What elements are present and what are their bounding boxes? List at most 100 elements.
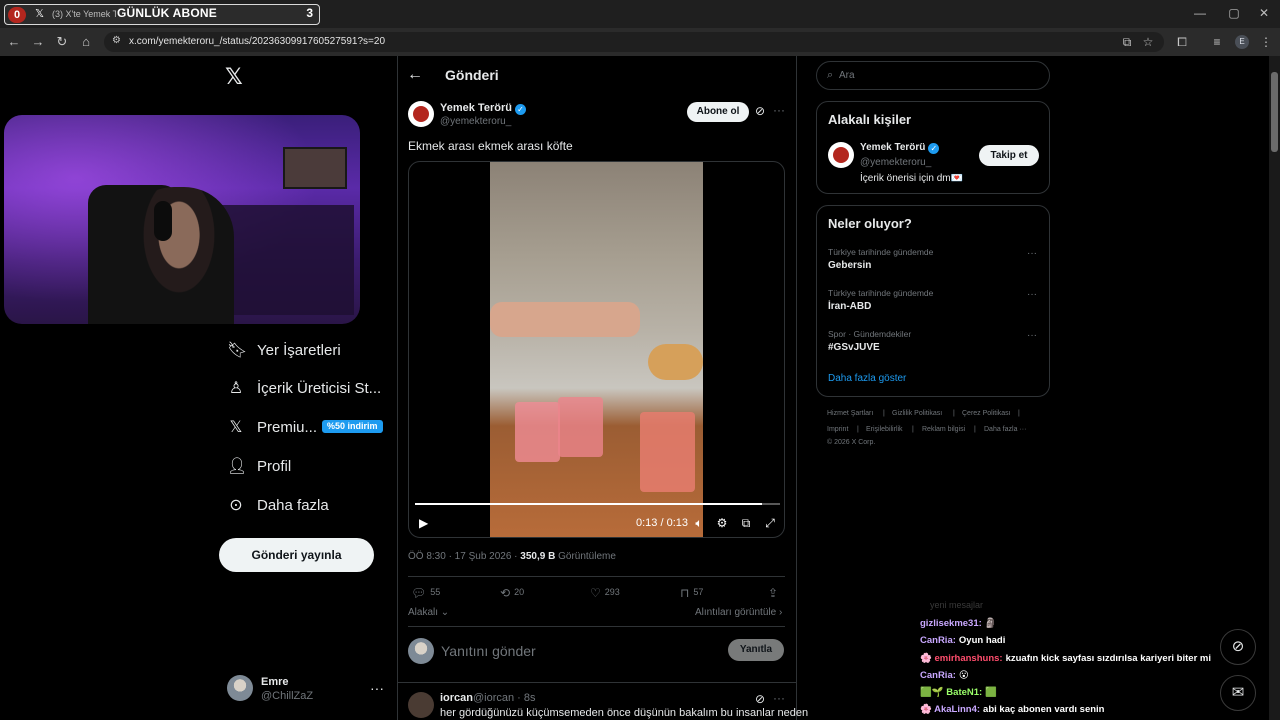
trend-category[interactable]: Türkiye tarihinde gündemde bbox=[828, 247, 933, 257]
close-window-icon[interactable]: ✕ bbox=[1256, 6, 1272, 20]
address-bar[interactable]: ⚙ x.com/yemekteroru_/status/202363099176… bbox=[104, 32, 1164, 52]
site-info-icon[interactable]: ⚙ bbox=[112, 35, 121, 46]
browser-tab-bar: 0 𝕏 (3) X'te Yemek Terör GÜNLÜK ABONE 3 … bbox=[0, 0, 1280, 28]
view-quotes-link[interactable]: Alıntıları görüntüle › bbox=[695, 607, 782, 618]
minimize-icon[interactable]: — bbox=[1192, 6, 1208, 20]
reply-input[interactable]: Yanıtını gönder bbox=[441, 643, 536, 659]
related-person-name[interactable]: Yemek Terörü ✓ bbox=[860, 142, 940, 154]
grok-icon[interactable]: ⊘ bbox=[755, 104, 765, 118]
user-handle[interactable]: @ChillZaZ bbox=[261, 690, 313, 702]
reply-stat[interactable]: 💬︎ 55 bbox=[411, 586, 440, 600]
author-name[interactable]: Yemek Terörü ✓ bbox=[440, 102, 526, 115]
bookmark-star-icon[interactable]: ☆ bbox=[1140, 35, 1156, 49]
back-arrow-icon[interactable]: ← bbox=[407, 66, 423, 84]
trend-more-icon[interactable]: ··· bbox=[1027, 330, 1037, 341]
premium-discount-badge[interactable]: %50 indirim bbox=[322, 420, 383, 433]
video-package bbox=[640, 412, 695, 492]
related-person-handle[interactable]: @yemekteroru_ bbox=[860, 157, 931, 168]
chat-message: CanRia: Oyun hadi bbox=[920, 635, 1005, 646]
video-time: 0:13 / 0:13 bbox=[636, 517, 688, 529]
reply-more-icon[interactable]: ··· bbox=[773, 691, 785, 705]
footer-link-privacy[interactable]: Gizlilik Politikası bbox=[892, 410, 942, 417]
related-person-avatar[interactable] bbox=[828, 142, 854, 168]
reply-author-avatar[interactable] bbox=[408, 692, 434, 718]
extensions-icon[interactable]: ⧠ bbox=[1174, 35, 1190, 50]
install-app-icon[interactable]: ⧉ bbox=[1119, 35, 1135, 50]
reply-author-meta[interactable]: @iorcan · 8s bbox=[473, 692, 536, 704]
headphones-icon bbox=[154, 201, 172, 241]
bookmark-stat[interactable]: ⊓ 57 bbox=[680, 586, 703, 600]
trends-title: Neler oluyor? bbox=[828, 216, 912, 231]
volume-icon[interactable]: 🔈︎ bbox=[692, 516, 706, 531]
back-icon[interactable]: ← bbox=[6, 34, 22, 49]
footer-separator: | bbox=[974, 426, 976, 433]
post-more-icon[interactable]: ··· bbox=[773, 103, 785, 117]
trend-more-icon[interactable]: ··· bbox=[1027, 248, 1037, 259]
grok-floating-icon[interactable]: ⊘ bbox=[1220, 629, 1256, 665]
author-name-text[interactable]: Yemek Terörü bbox=[440, 102, 512, 114]
footer-link-more[interactable]: Daha fazla ··· bbox=[984, 426, 1026, 433]
footer-link-accessibility[interactable]: Erişilebilirlik bbox=[866, 426, 903, 433]
trend-name[interactable]: İran-ABD bbox=[828, 301, 871, 312]
profile-avatar[interactable]: E bbox=[1235, 35, 1249, 49]
chat-username: gizlisekme31: bbox=[920, 618, 982, 629]
messages-icon[interactable]: ✉ bbox=[1220, 675, 1256, 711]
search-input[interactable]: ⌕ Ara bbox=[816, 61, 1050, 90]
reply-icon: 💬︎ bbox=[411, 586, 427, 600]
user-name[interactable]: Emre bbox=[261, 676, 289, 688]
subscribe-button[interactable]: Abone ol bbox=[687, 102, 749, 122]
author-logo-icon bbox=[413, 106, 429, 122]
x-favicon-icon: 𝕏 bbox=[35, 8, 44, 20]
footer-link-imprint[interactable]: Imprint bbox=[827, 426, 848, 433]
verified-badge-icon: ✓ bbox=[928, 143, 940, 154]
related-person-name-text[interactable]: Yemek Terörü bbox=[860, 142, 925, 153]
pip-icon[interactable]: ⧉ bbox=[739, 516, 753, 531]
url-text[interactable]: x.com/yemekteroru_/status/20236309917605… bbox=[129, 36, 385, 47]
fullscreen-icon[interactable]: ⤢ bbox=[763, 516, 777, 531]
user-more-icon[interactable]: ··· bbox=[370, 680, 384, 696]
post-timestamp[interactable]: ÖÖ 8:30 · 17 Şub 2026 · bbox=[408, 551, 520, 562]
like-stat[interactable]: ♡ 293 bbox=[590, 586, 620, 600]
media-icon[interactable]: ≡ bbox=[1209, 35, 1225, 49]
video-player[interactable]: ▶ 0:13 / 0:13 🔈︎ ⚙ ⧉ ⤢ bbox=[408, 161, 785, 538]
settings-gear-icon[interactable]: ⚙ bbox=[715, 516, 729, 530]
related-dropdown[interactable]: Alakalı ⌄ bbox=[408, 607, 449, 618]
author-avatar[interactable] bbox=[408, 101, 434, 127]
post-button[interactable]: Gönderi yayınla bbox=[219, 538, 374, 572]
x-logo-icon[interactable]: 𝕏 bbox=[225, 64, 243, 90]
footer-link-cookies[interactable]: Çerez Politikası bbox=[962, 410, 1011, 417]
footer-link-ads-info[interactable]: Reklam bilgisi bbox=[922, 426, 965, 433]
repost-stat[interactable]: ⟲ 20 bbox=[500, 586, 524, 600]
video-bread bbox=[648, 344, 703, 380]
trend-category[interactable]: Spor · Gündemdekiler bbox=[828, 329, 911, 339]
scrollbar[interactable] bbox=[1269, 56, 1280, 720]
footer-separator: | bbox=[883, 410, 885, 417]
reply-author-name[interactable]: iorcan bbox=[440, 692, 473, 704]
trend-name[interactable]: Gebersin bbox=[828, 260, 871, 271]
browser-menu-icon[interactable]: ⋮ bbox=[1258, 35, 1274, 49]
play-icon[interactable]: ▶ bbox=[419, 516, 428, 530]
chat-message: 🌸 emirhanshuns: kzuafın kick sayfası sızd… bbox=[920, 653, 1211, 664]
user-avatar[interactable] bbox=[227, 675, 253, 701]
share-icon[interactable]: ⇪ bbox=[768, 586, 782, 600]
footer-separator: | bbox=[1018, 410, 1020, 417]
grok-icon[interactable]: ⊘ bbox=[755, 692, 765, 706]
follow-button[interactable]: Takip et bbox=[979, 145, 1039, 166]
reply-button[interactable]: Yanıtla bbox=[728, 639, 784, 661]
video-progress-bar[interactable] bbox=[415, 503, 780, 505]
reload-icon[interactable]: ↻ bbox=[54, 34, 70, 50]
divider bbox=[408, 626, 785, 627]
footer-link-terms[interactable]: Hizmet Şartları bbox=[827, 410, 873, 417]
browser-tab[interactable]: 0 𝕏 (3) X'te Yemek Terör GÜNLÜK ABONE 3 bbox=[4, 4, 320, 25]
divider bbox=[398, 682, 796, 683]
scrollbar-thumb[interactable] bbox=[1271, 72, 1278, 152]
forward-icon[interactable]: → bbox=[30, 34, 46, 49]
home-icon[interactable]: ⌂ bbox=[78, 34, 94, 49]
trend-name[interactable]: #GSvJUVE bbox=[828, 342, 880, 353]
maximize-icon[interactable]: ▢ bbox=[1226, 6, 1242, 20]
show-more-link[interactable]: Daha fazla göster bbox=[828, 373, 906, 384]
author-handle[interactable]: @yemekteroru_ bbox=[440, 116, 511, 127]
trend-more-icon[interactable]: ··· bbox=[1027, 289, 1037, 300]
chat-message: CanRia: 😮 bbox=[920, 670, 969, 681]
trend-category[interactable]: Türkiye tarihinde gündemde bbox=[828, 288, 933, 298]
